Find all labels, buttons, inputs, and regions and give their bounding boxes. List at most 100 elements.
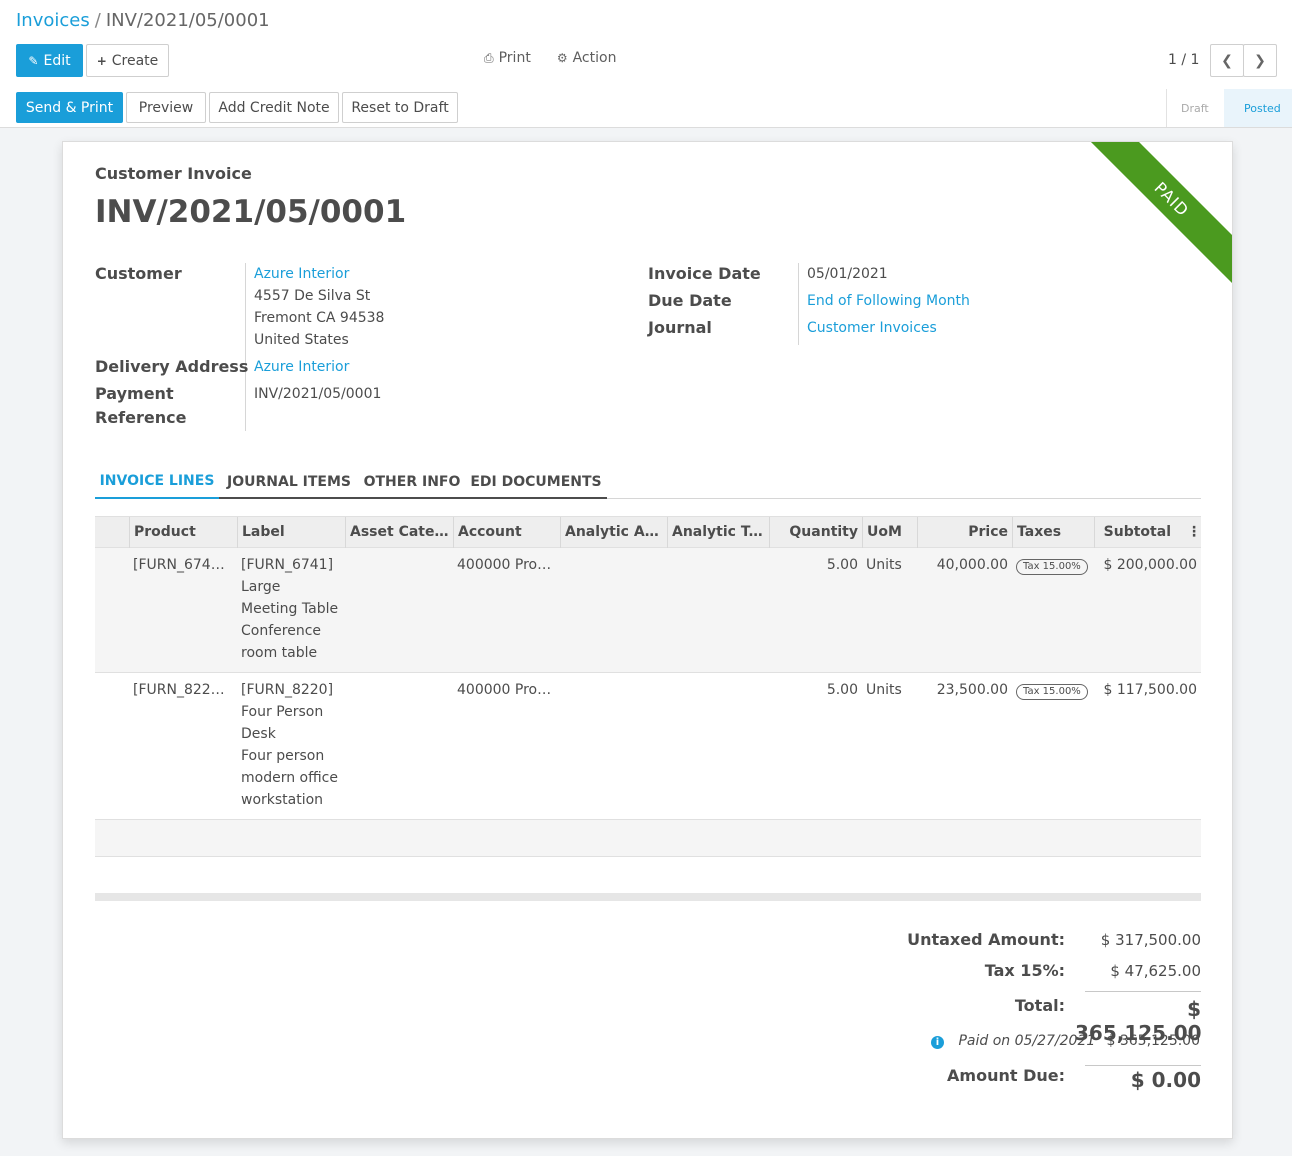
action-dropdown[interactable]: ⚙ Action (557, 50, 617, 66)
invoice-date-label: Invoice Date (648, 264, 761, 283)
print-label: Print (498, 50, 531, 66)
customer-link[interactable]: Azure Interior (254, 263, 349, 285)
delivery-address-label: Delivery Address (95, 357, 249, 376)
payment-reference-value: INV/2021/05/0001 (254, 386, 382, 402)
amount-due-label: Amount Due: (947, 1066, 1065, 1085)
column-quantity[interactable]: Quantity (769, 517, 862, 548)
edit-button-label: Edit (43, 52, 71, 69)
line-label-part: Four Person (241, 704, 324, 720)
create-button[interactable]: + Create (86, 44, 169, 77)
tax-badge: Tax 15.00% (1016, 559, 1088, 575)
line-label: [FURN_8220] Four Person Desk Four person… (237, 679, 345, 811)
pager-value[interactable]: 1 / 1 (1168, 52, 1199, 68)
pager-next-button[interactable]: ❯ (1243, 44, 1277, 77)
column-label[interactable]: Label (237, 517, 345, 548)
invoice-action-buttons: Send & Print Preview Add Credit Note Res… (16, 92, 458, 123)
line-label-part: Conference (241, 623, 322, 639)
column-uom[interactable]: UoM (862, 517, 917, 548)
table-header: Product Label Asset Categ… Account Analy… (95, 516, 1201, 548)
column-options-icon[interactable]: ⋮ (1183, 517, 1201, 548)
column-asset-category[interactable]: Asset Categ… (345, 517, 453, 548)
right-group-divider (798, 263, 799, 345)
invoice-sheet: PAID Customer Invoice INV/2021/05/0001 C… (62, 141, 1233, 1139)
edit-button[interactable]: ✎ Edit (16, 44, 83, 77)
column-taxes[interactable]: Taxes (1012, 517, 1094, 548)
paid-on-label: Paid on 05/27/2021 (958, 1033, 1096, 1049)
line-label: [FURN_6741] Large Meeting Table Conferen… (237, 554, 345, 664)
line-product: [FURN_6741… (133, 557, 234, 573)
paid-amount-value: $ 365,125.00 (1106, 1033, 1200, 1049)
line-label-part: modern office (241, 770, 338, 786)
line-account: 400000 Pro… (457, 682, 552, 698)
tax-value: $ 47,625.00 (1110, 962, 1201, 980)
info-icon[interactable]: i (931, 1036, 944, 1049)
gear-icon: ⚙ (556, 51, 568, 65)
line-uom: Units (866, 557, 902, 573)
line-label-part: workstation (241, 792, 324, 808)
document-type: Customer Invoice (95, 164, 252, 183)
payment-info: i Paid on 05/27/2021 (931, 1033, 1101, 1049)
table-row[interactable]: [FURN_6741… [FURN_6741] Large Meeting Ta… (95, 548, 1201, 673)
reset-to-draft-button[interactable]: Reset to Draft (342, 92, 458, 123)
table-footer (95, 893, 1201, 901)
line-quantity: 5.00 (826, 557, 858, 573)
printer-icon: ⎙ (484, 51, 494, 65)
line-price: 40,000.00 (936, 557, 1008, 573)
line-uom: Units (866, 682, 902, 698)
create-button-label: Create (111, 52, 159, 69)
amount-due-value: $ 0.00 (1130, 1068, 1201, 1092)
line-label-part: Large (241, 579, 281, 595)
table-row[interactable]: [FURN_822… [FURN_8220] Four Person Desk … (95, 673, 1201, 820)
plus-icon: + (96, 53, 107, 68)
send-print-button[interactable]: Send & Print (16, 92, 123, 123)
line-taxes: Tax 15.00% (1012, 554, 1094, 576)
breadcrumb-current: INV/2021/05/0001 (105, 10, 270, 31)
customer-address-street: 4557 De Silva St (254, 288, 371, 304)
tab-edi-documents[interactable]: EDI DOCUMENTS (465, 464, 607, 499)
paid-ribbon: PAID (1082, 142, 1232, 289)
tab-invoice-lines[interactable]: INVOICE LINES (95, 464, 219, 499)
journal-link[interactable]: Customer Invoices (807, 317, 937, 339)
due-date-link[interactable]: End of Following Month (807, 290, 970, 312)
print-dropdown[interactable]: ⎙ Print (484, 50, 531, 66)
column-product[interactable]: Product (129, 517, 237, 548)
chevron-left-icon: ❮ (1221, 52, 1233, 69)
action-label: Action (572, 50, 617, 66)
line-label-part: [FURN_8220] (241, 682, 334, 698)
column-price[interactable]: Price (917, 517, 1012, 548)
line-label-part: Four person (241, 748, 325, 764)
pager-previous-button[interactable]: ❮ (1210, 44, 1244, 77)
due-date-label: Due Date (648, 291, 732, 310)
breadcrumb-invoices-link[interactable]: Invoices (16, 10, 90, 31)
tab-other-info[interactable]: OTHER INFO (359, 464, 465, 499)
line-product: [FURN_822… (133, 682, 225, 698)
line-subtotal: $ 117,500.00 (1103, 682, 1197, 698)
line-subtotal: $ 200,000.00 (1103, 557, 1197, 573)
pencil-icon: ✎ (28, 53, 39, 68)
column-subtotal[interactable]: Subtotal (1094, 517, 1175, 548)
add-credit-note-button[interactable]: Add Credit Note (209, 92, 339, 123)
tax-badge: Tax 15.00% (1016, 684, 1088, 700)
column-analytic-tags[interactable]: Analytic Tags (667, 517, 769, 548)
invoice-number: INV/2021/05/0001 (95, 194, 407, 230)
left-group-divider (245, 263, 246, 431)
tab-journal-items[interactable]: JOURNAL ITEMS (219, 464, 359, 499)
column-account[interactable]: Account (453, 517, 560, 548)
invoice-lines-table: Product Label Asset Categ… Account Analy… (95, 516, 1201, 901)
line-label-part: [FURN_6741] (241, 557, 334, 573)
tax-label: Tax 15%: (984, 961, 1065, 980)
tabs-underline (219, 497, 607, 499)
line-price: 23,500.00 (936, 682, 1008, 698)
line-label-part: Meeting Table (241, 601, 339, 617)
total-label: Total: (1014, 996, 1065, 1015)
total-divider (1085, 991, 1201, 992)
untaxed-amount-value: $ 317,500.00 (1100, 931, 1201, 949)
amount-due-divider (1085, 1065, 1201, 1066)
empty-table-row (95, 820, 1201, 857)
preview-button[interactable]: Preview (126, 92, 206, 123)
status-draft[interactable]: Draft (1167, 89, 1224, 127)
payment-reference-label-line2: Reference (95, 408, 187, 427)
delivery-address-link[interactable]: Azure Interior (254, 356, 349, 378)
column-analytic-account[interactable]: Analytic Acc… (560, 517, 667, 548)
control-panel: Invoices / INV/2021/05/0001 ✎ Edit + Create … (0, 0, 1292, 128)
